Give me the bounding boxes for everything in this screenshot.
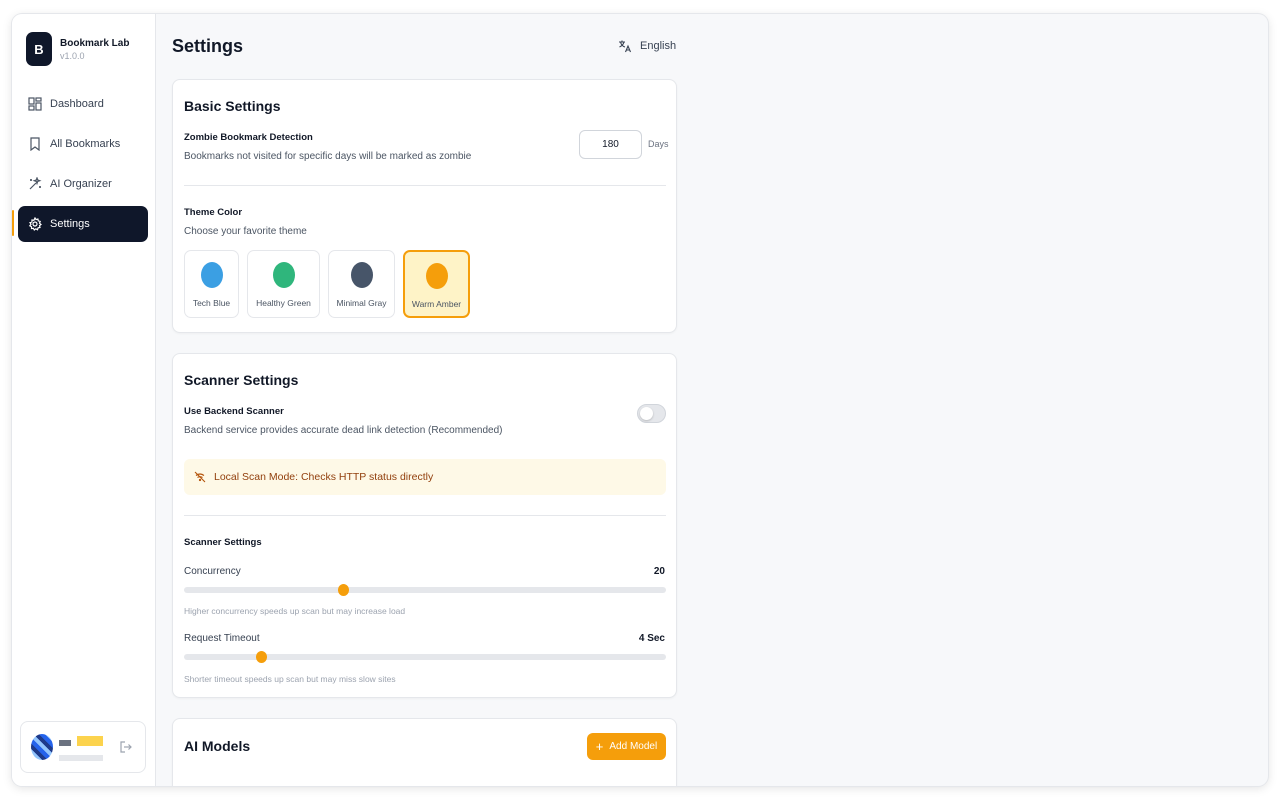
brand: B Bookmark Lab v1.0.0: [26, 32, 129, 66]
app-logo: B: [26, 32, 52, 66]
timeout-hint: Shorter timeout speeds up scan but may m…: [184, 674, 396, 684]
sidebar-item-label: Dashboard: [50, 98, 104, 110]
theme-swatch: [350, 262, 373, 288]
theme-color-label: Theme Color: [184, 207, 243, 218]
avatar: [31, 734, 53, 760]
concurrency-slider[interactable]: [184, 584, 666, 596]
sidebar: B Bookmark Lab v1.0.0 Dashboard All Book…: [12, 14, 156, 786]
scanner-subsection-title: Scanner Settings: [184, 537, 262, 548]
backend-scanner-desc: Backend service provides accurate dead l…: [184, 425, 503, 436]
concurrency-value: 20: [653, 566, 665, 577]
gear-icon: [28, 217, 42, 231]
backend-scanner-label: Use Backend Scanner: [184, 406, 284, 417]
theme-color-desc: Choose your favorite theme: [184, 226, 307, 237]
timeout-value: 4 Sec: [638, 633, 665, 644]
bookmark-icon: [28, 137, 42, 151]
theme-name: Warm Amber: [411, 299, 462, 309]
sidebar-item-dashboard[interactable]: Dashboard: [18, 86, 148, 122]
zombie-detection-label: Zombie Bookmark Detection: [184, 132, 313, 143]
sidebar-item-label: Settings: [50, 218, 90, 230]
concurrency-label: Concurrency: [184, 566, 241, 577]
theme-name: Minimal Gray: [336, 298, 387, 308]
theme-name: Tech Blue: [192, 298, 231, 308]
timeout-slider-thumb[interactable]: [256, 651, 268, 663]
wifi-off-icon: [194, 471, 206, 483]
divider: [184, 515, 666, 516]
zombie-detection-desc: Bookmarks not visited for specific days …: [184, 151, 472, 162]
toggle-knob: [640, 407, 653, 420]
theme-name: Healthy Green: [256, 298, 311, 308]
concurrency-hint: Higher concurrency speeds up scan but ma…: [184, 606, 406, 616]
scanner-settings-card: Scanner Settings Use Backend Scanner Bac…: [172, 353, 677, 698]
app-window: B Bookmark Lab v1.0.0 Dashboard All Book…: [12, 14, 1268, 786]
add-model-button[interactable]: + Add Model: [587, 733, 666, 760]
sidebar-item-settings[interactable]: Settings: [18, 206, 148, 242]
zombie-days-input[interactable]: [579, 130, 642, 159]
local-scan-banner-text: Local Scan Mode: Checks HTTP status dire…: [214, 471, 434, 483]
language-switcher[interactable]: English: [618, 39, 676, 53]
user-card[interactable]: [20, 721, 146, 773]
theme-swatch: [425, 263, 448, 289]
sidebar-item-label: AI Organizer: [50, 178, 112, 190]
basic-settings-title: Basic Settings: [184, 98, 281, 114]
divider: [184, 185, 666, 186]
sparkles-icon: [28, 177, 42, 191]
scanner-settings-title: Scanner Settings: [184, 372, 299, 388]
sidebar-item-ai-organizer[interactable]: AI Organizer: [18, 166, 148, 202]
user-info-redacted: [59, 733, 107, 761]
sidebar-nav: Dashboard All Bookmarks AI Organizer Set…: [18, 86, 148, 246]
sidebar-item-label: All Bookmarks: [50, 138, 121, 150]
theme-options: Tech Blue Healthy Green Minimal Gray War…: [184, 250, 478, 318]
main-content: Settings English Basic Settings Zombie B…: [156, 14, 1268, 786]
theme-swatch: [200, 262, 223, 288]
dashboard-icon: [28, 97, 42, 111]
active-indicator: [12, 210, 14, 236]
backend-scanner-toggle[interactable]: [637, 404, 666, 423]
timeout-slider[interactable]: [184, 651, 666, 663]
sidebar-item-all-bookmarks[interactable]: All Bookmarks: [18, 126, 148, 162]
local-scan-banner: Local Scan Mode: Checks HTTP status dire…: [184, 459, 666, 495]
ai-models-card: AI Models + Add Model: [172, 718, 677, 786]
page-title: Settings: [172, 36, 244, 56]
theme-option-healthy-green[interactable]: Healthy Green: [247, 250, 320, 318]
ai-models-title: AI Models: [184, 738, 251, 754]
theme-option-tech-blue[interactable]: Tech Blue: [184, 250, 239, 318]
concurrency-slider-thumb[interactable]: [338, 584, 350, 596]
theme-swatch: [272, 262, 295, 288]
theme-option-warm-amber[interactable]: Warm Amber: [403, 250, 470, 318]
add-model-label: Add Model: [609, 741, 658, 752]
zombie-days-unit: Days: [648, 139, 669, 149]
logout-icon[interactable]: [119, 740, 133, 754]
app-version: v1.0.0: [60, 50, 85, 61]
basic-settings-card: Basic Settings Zombie Bookmark Detection…: [172, 79, 677, 333]
timeout-label: Request Timeout: [184, 633, 260, 644]
theme-option-minimal-gray[interactable]: Minimal Gray: [328, 250, 395, 318]
language-label: English: [640, 40, 677, 52]
app-name: Bookmark Lab: [60, 37, 130, 49]
plus-icon: +: [595, 738, 604, 754]
translate-icon: [618, 39, 632, 53]
